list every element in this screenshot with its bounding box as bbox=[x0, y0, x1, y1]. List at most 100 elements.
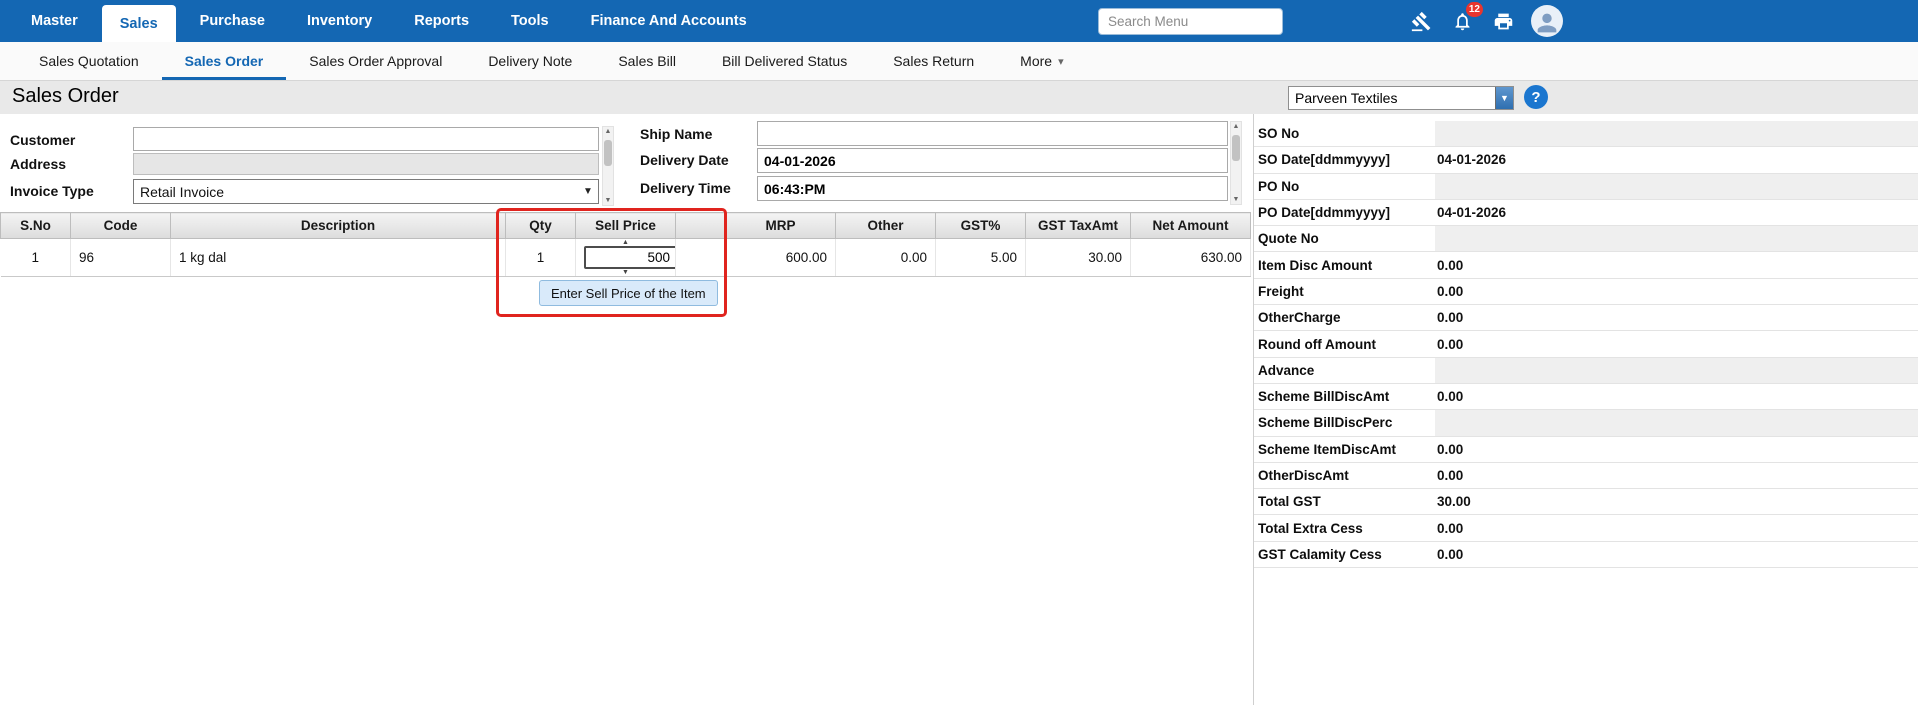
summary-value: 04-01-2026 bbox=[1435, 200, 1918, 225]
col-header-other: Other bbox=[836, 213, 936, 239]
summary-row: Scheme BillDiscAmt0.00 bbox=[1254, 384, 1918, 410]
summary-label: Total GST bbox=[1254, 489, 1435, 514]
summary-value: 0.00 bbox=[1435, 437, 1918, 462]
subnav-item-bill-delivered-status[interactable]: Bill Delivered Status bbox=[699, 42, 870, 80]
summary-value bbox=[1435, 174, 1918, 199]
summary-label: Quote No bbox=[1254, 226, 1435, 251]
subnav-item-delivery-note[interactable]: Delivery Note bbox=[465, 42, 595, 80]
col-header-description: Description bbox=[171, 213, 506, 239]
summary-label: Item Disc Amount bbox=[1254, 252, 1435, 277]
summary-label: SO Date[ddmmyyyy] bbox=[1254, 147, 1435, 172]
scroll-thumb[interactable] bbox=[604, 140, 612, 166]
topnav-item-purchase[interactable]: Purchase bbox=[179, 0, 286, 42]
cell-net-amount[interactable]: 630.00 bbox=[1131, 239, 1251, 277]
topnav-item-finance-and-accounts[interactable]: Finance And Accounts bbox=[570, 0, 768, 42]
subnav-item-sales-order[interactable]: Sales Order bbox=[162, 42, 287, 80]
company-select-value: Parveen Textiles bbox=[1289, 90, 1495, 106]
gavel-icon[interactable] bbox=[1408, 8, 1434, 34]
subnav-item-more[interactable]: More▾ bbox=[997, 42, 1086, 80]
summary-row: PO Date[ddmmyyyy]04-01-2026 bbox=[1254, 200, 1918, 226]
cell-qty[interactable]: 1 bbox=[506, 239, 576, 277]
summary-panel: SO NoSO Date[ddmmyyyy]04-01-2026PO NoPO … bbox=[1253, 114, 1918, 705]
chevron-down-icon: ▾ bbox=[1058, 55, 1064, 68]
cell-gst-pct[interactable]: 5.00 bbox=[936, 239, 1026, 277]
cell-mrp[interactable]: 600.00 bbox=[726, 239, 836, 277]
summary-value: 0.00 bbox=[1435, 515, 1918, 540]
summary-row: PO No bbox=[1254, 174, 1918, 200]
cell-code[interactable]: 96 bbox=[71, 239, 171, 277]
cell-description[interactable]: 1 kg dal bbox=[171, 239, 506, 277]
top-menu-bar: MasterSalesPurchaseInventoryReportsTools… bbox=[0, 0, 1918, 42]
sell-price-tooltip: Enter Sell Price of the Item bbox=[539, 280, 718, 306]
customer-input[interactable] bbox=[133, 127, 599, 151]
subnav-item-sales-quotation[interactable]: Sales Quotation bbox=[16, 42, 162, 80]
col-header-gst-taxamt: GST TaxAmt bbox=[1026, 213, 1131, 239]
summary-row: Item Disc Amount0.00 bbox=[1254, 252, 1918, 278]
summary-value bbox=[1435, 121, 1918, 146]
col-header-sell-price: Sell Price bbox=[576, 213, 676, 239]
topnav-item-master[interactable]: Master bbox=[10, 0, 99, 42]
summary-row: Scheme BillDiscPerc bbox=[1254, 410, 1918, 436]
sales-sub-nav: Sales QuotationSales OrderSales Order Ap… bbox=[0, 42, 1918, 81]
topnav-item-tools[interactable]: Tools bbox=[490, 0, 570, 42]
col-header-code: Code bbox=[71, 213, 171, 239]
summary-value bbox=[1435, 226, 1918, 251]
notifications-bell-icon[interactable]: 12 bbox=[1449, 8, 1475, 34]
col-header-net-amount: Net Amount bbox=[1131, 213, 1251, 239]
spinner-up-icon[interactable]: ▲ bbox=[622, 239, 629, 246]
delivery-date-label: Delivery Date bbox=[640, 152, 729, 168]
summary-label: Scheme ItemDiscAmt bbox=[1254, 437, 1435, 462]
sales-order-page: MasterSalesPurchaseInventoryReportsTools… bbox=[0, 0, 1918, 705]
cell-spacer bbox=[676, 239, 726, 277]
grid-header-row: S.No Code Description Qty Sell Price MRP… bbox=[1, 213, 1251, 239]
subnav-item-sales-order-approval[interactable]: Sales Order Approval bbox=[286, 42, 465, 80]
summary-value: 0.00 bbox=[1435, 463, 1918, 488]
scroll-thumb[interactable] bbox=[1232, 135, 1240, 161]
summary-label: OtherDiscAmt bbox=[1254, 463, 1435, 488]
scroll-down-icon[interactable]: ▼ bbox=[603, 197, 613, 204]
chevron-down-icon[interactable]: ▼ bbox=[1495, 87, 1513, 109]
topnav-item-inventory[interactable]: Inventory bbox=[286, 0, 393, 42]
summary-label: OtherCharge bbox=[1254, 305, 1435, 330]
sell-price-input[interactable] bbox=[584, 246, 676, 269]
items-grid: S.No Code Description Qty Sell Price MRP… bbox=[0, 212, 1250, 277]
scroll-down-icon[interactable]: ▼ bbox=[1231, 196, 1241, 203]
summary-row: GST Calamity Cess0.00 bbox=[1254, 542, 1918, 568]
invoice-type-select[interactable]: Retail Invoice ▼ bbox=[133, 179, 599, 204]
summary-label: Scheme BillDiscAmt bbox=[1254, 384, 1435, 409]
summary-row: Freight0.00 bbox=[1254, 279, 1918, 305]
spinner-down-icon[interactable]: ▼ bbox=[622, 269, 629, 276]
chevron-down-icon: ▼ bbox=[578, 186, 598, 197]
search-input[interactable] bbox=[1098, 8, 1283, 35]
page-title: Sales Order bbox=[12, 85, 119, 108]
user-avatar[interactable] bbox=[1531, 5, 1563, 37]
scroll-up-icon[interactable]: ▲ bbox=[603, 128, 613, 135]
help-button[interactable]: ? bbox=[1524, 85, 1548, 109]
delivery-date-input[interactable] bbox=[757, 148, 1228, 173]
ship-name-input[interactable] bbox=[757, 121, 1228, 146]
scroll-up-icon[interactable]: ▲ bbox=[1231, 123, 1241, 130]
cell-gst-taxamt[interactable]: 30.00 bbox=[1026, 239, 1131, 277]
delivery-time-label: Delivery Time bbox=[640, 180, 731, 196]
company-select[interactable]: Parveen Textiles ▼ bbox=[1288, 86, 1514, 110]
col-header-sno: S.No bbox=[1, 213, 71, 239]
summary-value: 04-01-2026 bbox=[1435, 147, 1918, 172]
summary-label: Freight bbox=[1254, 279, 1435, 304]
topnav-item-reports[interactable]: Reports bbox=[393, 0, 490, 42]
subnav-item-sales-return[interactable]: Sales Return bbox=[870, 42, 997, 80]
title-bar: Sales Order Parveen Textiles ▼ ? bbox=[0, 81, 1918, 114]
summary-value: 0.00 bbox=[1435, 384, 1918, 409]
summary-value: 0.00 bbox=[1435, 279, 1918, 304]
cell-other[interactable]: 0.00 bbox=[836, 239, 936, 277]
summary-value: 0.00 bbox=[1435, 305, 1918, 330]
subnav-item-sales-bill[interactable]: Sales Bill bbox=[595, 42, 699, 80]
delivery-time-input[interactable] bbox=[757, 176, 1228, 201]
form-left-scrollbar[interactable]: ▲ ▼ bbox=[602, 126, 614, 206]
form-right-scrollbar[interactable]: ▲ ▼ bbox=[1230, 121, 1242, 205]
summary-label: SO No bbox=[1254, 121, 1435, 146]
topnav-item-sales[interactable]: Sales bbox=[102, 5, 176, 42]
print-icon[interactable] bbox=[1490, 8, 1516, 34]
summary-row: OtherCharge0.00 bbox=[1254, 305, 1918, 331]
summary-row: OtherDiscAmt0.00 bbox=[1254, 463, 1918, 489]
summary-row: Total GST30.00 bbox=[1254, 489, 1918, 515]
